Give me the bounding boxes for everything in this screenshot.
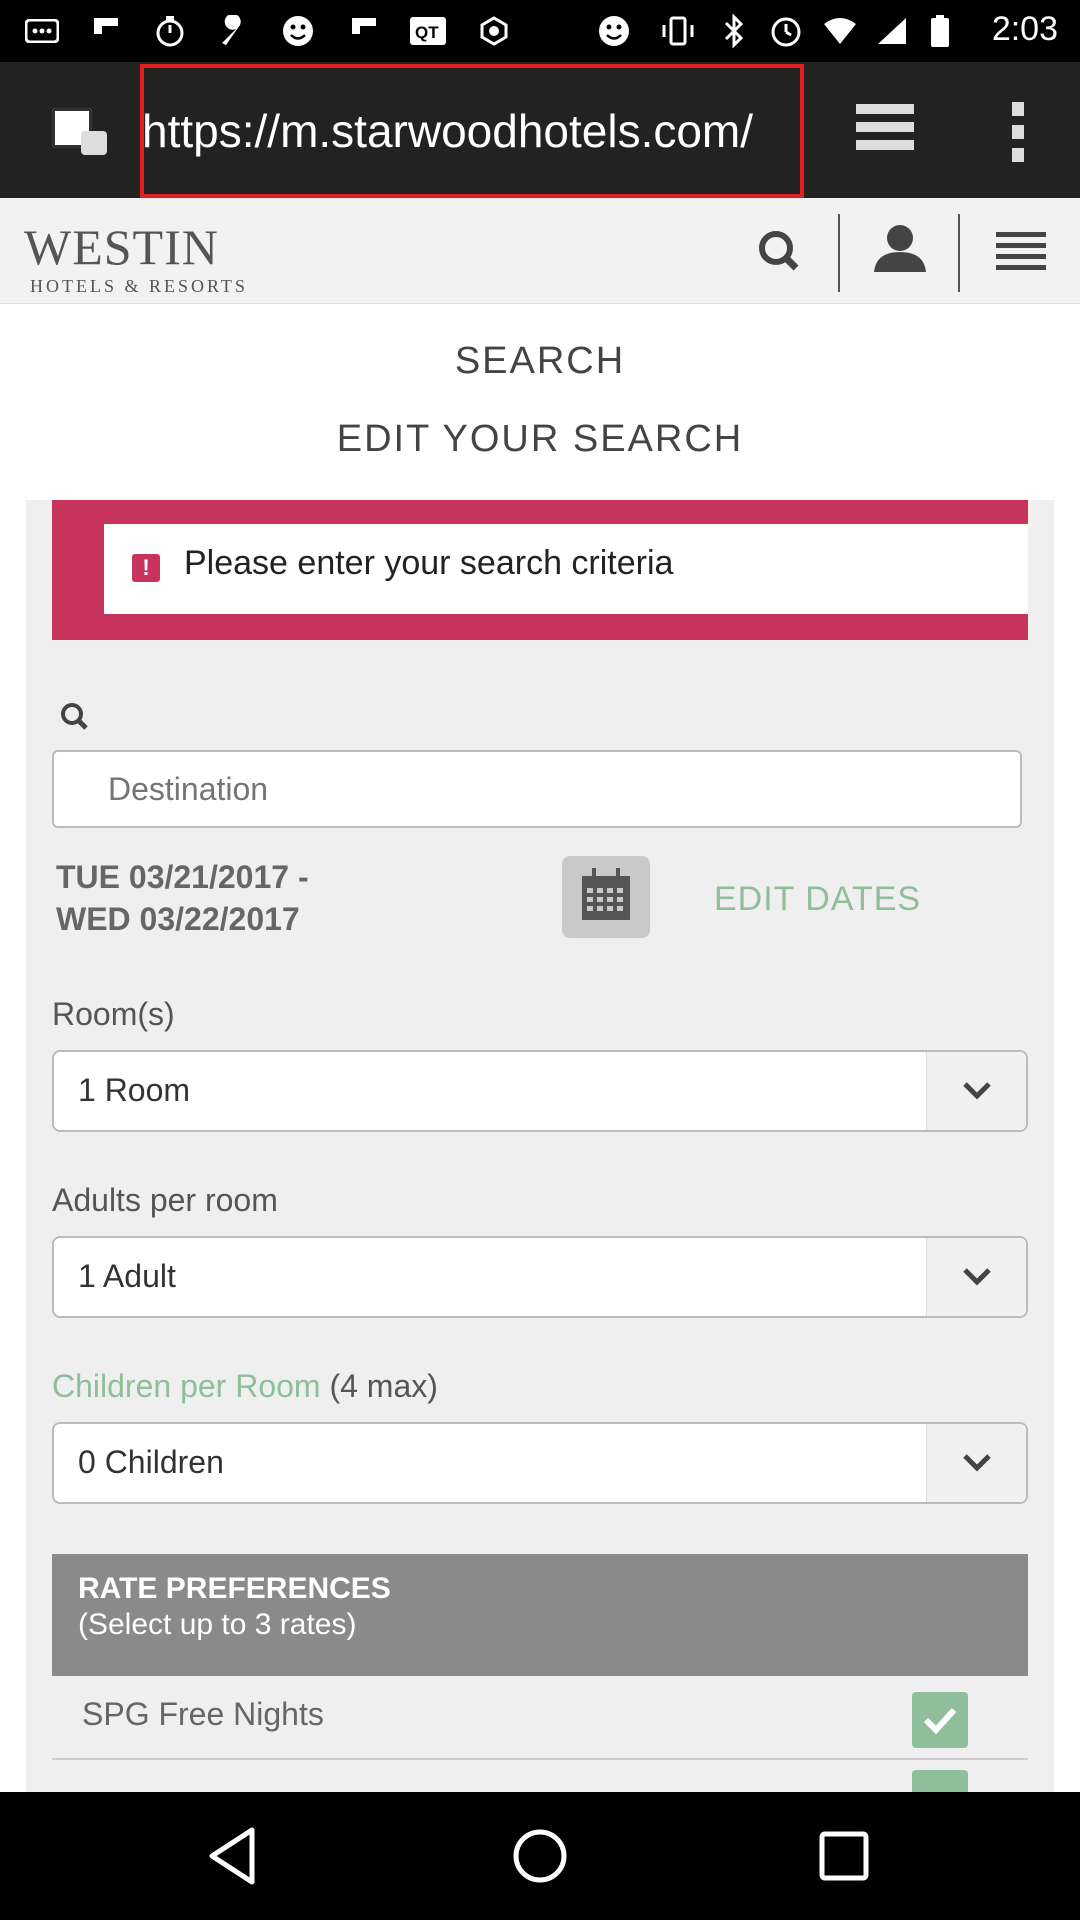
wifi-icon [820, 12, 860, 50]
destination-input[interactable] [52, 750, 1022, 828]
rate-preferences-title: RATE PREFERENCES [78, 1572, 391, 1605]
rate-preferences-header: RATE PREFERENCES (Select up to 3 rates) [52, 1554, 1028, 1676]
adults-label: Adults per room [52, 1182, 278, 1218]
smiley-icon [594, 12, 634, 50]
rate-option[interactable] [52, 1762, 1028, 1792]
rooms-select[interactable]: 1 Room [52, 1050, 1028, 1132]
search-icon [759, 231, 799, 271]
rate-checkbox[interactable] [912, 1692, 968, 1748]
battery-icon [920, 12, 960, 50]
recents-button[interactable] [804, 1816, 884, 1896]
calendar-icon [582, 868, 630, 920]
westin-logo-subtitle: HOTELS & RESORTS [30, 276, 248, 296]
signal-icon [872, 12, 912, 50]
westin-logo[interactable]: WESTIN [24, 218, 219, 276]
adults-select-value: 1 Adult [78, 1258, 176, 1294]
tabs-button[interactable] [856, 104, 920, 158]
chevron-down-icon [963, 1454, 991, 1472]
children-select-value: 0 Children [78, 1444, 224, 1480]
site-security-icon[interactable] [52, 108, 107, 155]
qt-icon: QT [408, 12, 448, 50]
vibrate-icon [658, 12, 698, 50]
search-form-panel: ! Please enter your search criteria TUE … [26, 500, 1054, 1792]
overflow-menu-button[interactable] [1004, 102, 1030, 162]
home-icon [513, 1829, 567, 1883]
edit-dates-link[interactable]: EDIT DATES [714, 880, 921, 919]
rate-preferences-subtitle: (Select up to 3 rates) [78, 1608, 357, 1641]
bluetooth-icon [714, 12, 754, 50]
check-out-date: WED 03/22/2017 [56, 901, 300, 937]
back-icon [209, 1827, 255, 1885]
url-highlight-box [140, 64, 804, 198]
calendar-button[interactable] [562, 856, 650, 938]
checkmark-icon [923, 1707, 957, 1735]
dropdown-button[interactable] [926, 1052, 1026, 1130]
page-content: SEARCH EDIT YOUR SEARCH ! Please enter y… [0, 304, 1080, 1792]
children-label: Children per Room (4 max) [52, 1368, 438, 1405]
settings-icon [474, 12, 514, 50]
adults-select[interactable]: 1 Adult [52, 1236, 1028, 1318]
alert-message-box: ! Please enter your search criteria [104, 524, 1028, 614]
page-title: SEARCH [454, 340, 626, 382]
site-header: WESTIN HOTELS & RESORTS [0, 198, 1080, 304]
smiley-icon [278, 12, 318, 50]
clock: 2:03 [991, 10, 1058, 48]
children-max-text: (4 max) [329, 1368, 438, 1404]
rate-option[interactable]: SPG Free Nights [52, 1676, 1028, 1760]
children-select[interactable]: 0 Children [52, 1422, 1028, 1504]
selected-dates: TUE 03/21/2017 - WED 03/22/2017 [56, 856, 309, 940]
alert-banner: ! Please enter your search criteria [52, 500, 1028, 640]
dropdown-button[interactable] [926, 1238, 1026, 1316]
rooms-label: Room(s) [52, 996, 175, 1032]
rate-option-label: SPG Free Nights [82, 1696, 324, 1732]
alarm-icon [766, 12, 806, 50]
header-menu-button[interactable] [972, 212, 1072, 292]
header-divider [958, 214, 960, 292]
header-account-button[interactable] [850, 212, 950, 292]
browser-toolbar: https://m.starwoodhotels.com/ [0, 62, 1080, 198]
rooms-select-value: 1 Room [78, 1072, 191, 1108]
hamburger-icon [996, 232, 1046, 270]
header-search-button[interactable] [730, 212, 830, 292]
exclamation-icon: ! [132, 554, 160, 582]
children-label-text: Children per Room [52, 1368, 321, 1404]
flipboard-icon [344, 12, 384, 50]
chevron-down-icon [963, 1268, 991, 1286]
dropdown-button[interactable] [926, 1424, 1026, 1502]
search-icon [56, 698, 96, 738]
svg-text:QT: QT [415, 23, 439, 42]
check-in-date: TUE 03/21/2017 - [56, 859, 309, 895]
flipboard-icon [86, 12, 126, 50]
back-button[interactable] [196, 1816, 276, 1896]
timer-icon [150, 12, 190, 50]
messages-icon [22, 12, 62, 50]
navigation-bar [0, 1792, 1080, 1920]
rate-checkbox[interactable] [912, 1770, 968, 1792]
status-bar: QT 2:03 [0, 0, 1080, 62]
alert-text: Please enter your search criteria [184, 544, 674, 582]
home-button[interactable] [500, 1816, 580, 1896]
page-subtitle: EDIT YOUR SEARCH [336, 418, 744, 460]
header-divider [838, 214, 840, 292]
recents-icon [819, 1831, 869, 1881]
wrench-icon [214, 12, 254, 50]
user-icon [874, 225, 926, 272]
chevron-down-icon [963, 1082, 991, 1100]
